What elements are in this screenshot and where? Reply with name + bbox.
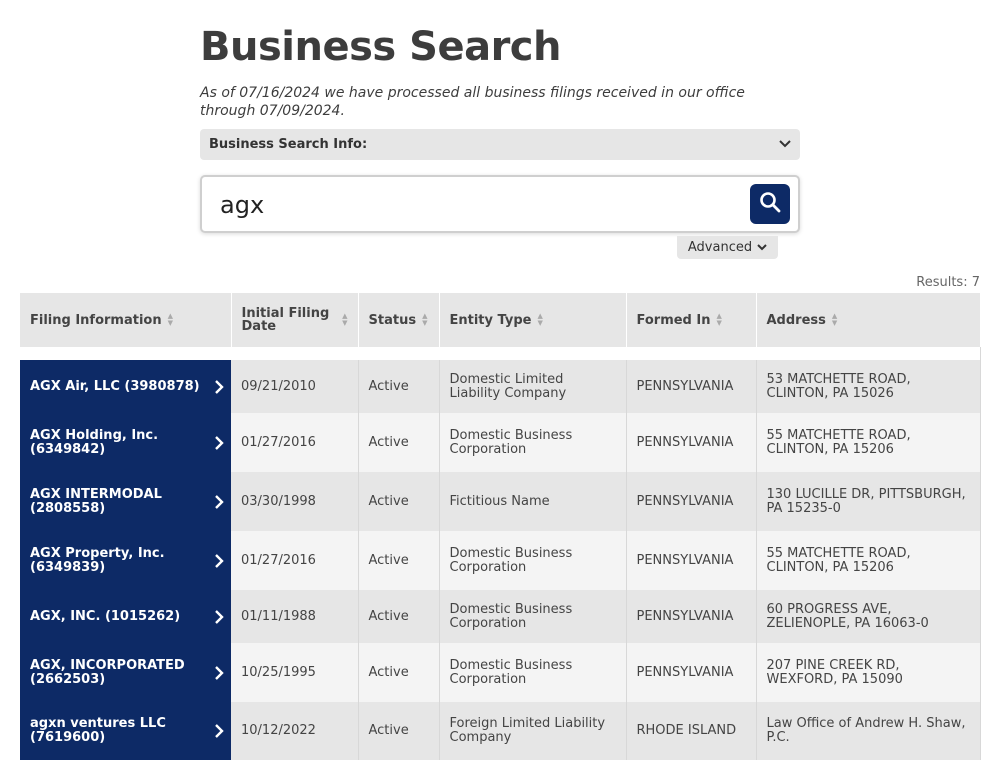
status: Active [358,531,440,590]
filing-name: AGX INTERMODAL (2808558) [30,486,162,516]
advanced-search-button[interactable]: Advanced [677,236,778,259]
processing-notice: As of 07/16/2024 we have processed all b… [200,85,745,119]
filing-link[interactable]: AGX Property, Inc. (6349839) [20,531,231,590]
column-header-entity-type[interactable]: Entity Type ▲ ▼ [439,293,627,347]
table-row[interactable]: agxn ventures LLC (7619600) 10/12/2022 A… [20,702,981,760]
business-search-info-toggle[interactable]: Business Search Info: [200,129,800,160]
filing-link[interactable]: AGX, INCORPORATED (2662503) [20,643,231,702]
filing-date: 01/27/2016 [231,531,359,590]
table-header-row: Filing Information ▲ ▼ Initial Filing Date… [20,293,981,347]
formed-in: RHODE ISLAND [626,702,757,760]
address: 60 PROGRESS AVE, ZELIENOPLE, PA 16063-0 [756,590,981,643]
column-header-status[interactable]: Status ▲ ▼ [358,293,440,347]
sort-icon: ▲ ▼ [831,312,838,327]
status: Active [358,643,440,702]
results-count: Results: 7 [916,275,980,290]
chevron-down-icon [757,240,767,255]
entity-type: Domestic Business Corporation [439,531,627,590]
address: 55 MATCHETTE ROAD, CLINTON, PA 15206 [756,413,981,472]
advanced-label: Advanced [687,240,753,255]
column-label: Address [766,312,826,328]
filing-date: 10/12/2022 [231,702,359,760]
column-label: Filing Information [30,312,162,328]
sort-icon: ▲ ▼ [422,312,428,327]
address: 130 LUCILLE DR, PITTSBURGH, PA 15235-0 [756,472,981,531]
table-row[interactable]: AGX INTERMODAL (2808558) 03/30/1998 Acti… [20,472,981,531]
search-icon [759,191,781,217]
chevron-right-icon [215,609,224,624]
table-row[interactable]: AGX Holding, Inc. (6349842) 01/27/2016 A… [20,413,981,472]
chevron-right-icon [215,724,224,738]
filing-name: AGX, INCORPORATED (2662503) [30,657,185,687]
chevron-down-icon [779,137,791,152]
column-label: Initial Filing Date [241,306,330,334]
status: Active [358,360,440,413]
column-label: Entity Type [449,312,532,328]
entity-type: Domestic Business Corporation [439,643,627,702]
filing-name: AGX Property, Inc. (6349839) [30,545,165,575]
chevron-right-icon [215,665,224,680]
filing-name: agxn ventures LLC (7619600) [30,716,166,745]
filing-date: 01/27/2016 [231,413,359,472]
formed-in: PENNSYLVANIA [626,643,757,702]
entity-type: Domestic Business Corporation [439,590,627,643]
formed-in: PENNSYLVANIA [626,472,757,531]
column-header-formed-in[interactable]: Formed In ▲ ▼ [626,293,757,347]
status: Active [358,472,440,531]
info-bar-label: Business Search Info: [209,137,368,152]
filing-link[interactable]: AGX INTERMODAL (2808558) [20,472,231,531]
status: Active [358,590,440,643]
address: 207 PINE CREEK RD, WEXFORD, PA 15090 [756,643,981,702]
address: 55 MATCHETTE ROAD, CLINTON, PA 15206 [756,531,981,590]
spacer-cell [20,347,981,360]
address: Law Office of Andrew H. Shaw, P.C. [756,702,981,760]
sort-icon: ▲ ▼ [342,312,348,327]
chevron-right-icon [215,494,224,509]
filing-link[interactable]: agxn ventures LLC (7619600) [20,702,231,760]
entity-type: Foreign Limited Liability Company [439,702,627,760]
table-row[interactable]: AGX, INC. (1015262) 01/11/1988 Active Do… [20,590,981,643]
table-row[interactable]: AGX Air, LLC (3980878) 09/21/2010 Active… [20,360,981,413]
filing-date: 10/25/1995 [231,643,359,702]
chevron-right-icon [215,435,224,450]
search-box [200,175,800,233]
table-row[interactable]: AGX Property, Inc. (6349839) 01/27/2016 … [20,531,981,590]
entity-type: Domestic Limited Liability Company [439,360,627,413]
column-header-filing-information[interactable]: Filing Information ▲ ▼ [20,293,232,347]
entity-type: Fictitious Name [439,472,627,531]
table-row[interactable]: AGX, INCORPORATED (2662503) 10/25/1995 A… [20,643,981,702]
status: Active [358,702,440,760]
filing-date: 03/30/1998 [231,472,359,531]
formed-in: PENNSYLVANIA [626,590,757,643]
filing-date: 01/11/1988 [231,590,359,643]
column-header-address[interactable]: Address ▲ ▼ [756,293,981,347]
search-button[interactable] [750,184,790,224]
chevron-right-icon [215,379,224,394]
column-header-initial-filing-date[interactable]: Initial Filing Date ▲ ▼ [231,293,359,347]
sort-icon: ▲ ▼ [537,312,543,327]
formed-in: PENNSYLVANIA [626,413,757,472]
filing-link[interactable]: AGX Air, LLC (3980878) [20,360,231,413]
column-label: Status [368,312,417,328]
address: 53 MATCHETTE ROAD, CLINTON, PA 15026 [756,360,981,413]
search-input[interactable] [218,185,742,225]
formed-in: PENNSYLVANIA [626,531,757,590]
entity-type: Domestic Business Corporation [439,413,627,472]
filing-name: AGX, INC. (1015262) [30,608,181,624]
table-spacer [20,347,981,360]
sort-icon: ▲ ▼ [716,312,722,327]
filing-date: 09/21/2010 [231,360,359,413]
filing-link[interactable]: AGX, INC. (1015262) [20,590,231,643]
formed-in: PENNSYLVANIA [626,360,757,413]
filing-name: AGX Holding, Inc. (6349842) [30,427,159,457]
filing-link[interactable]: AGX Holding, Inc. (6349842) [20,413,231,472]
page-title: Business Search [200,24,561,70]
results-table: Filing Information ▲ ▼ Initial Filing Date… [20,293,981,760]
sort-icon: ▲ ▼ [167,312,173,327]
chevron-right-icon [215,553,224,568]
column-label: Formed In [636,312,711,328]
status: Active [358,413,440,472]
filing-name: AGX Air, LLC (3980878) [30,378,200,394]
